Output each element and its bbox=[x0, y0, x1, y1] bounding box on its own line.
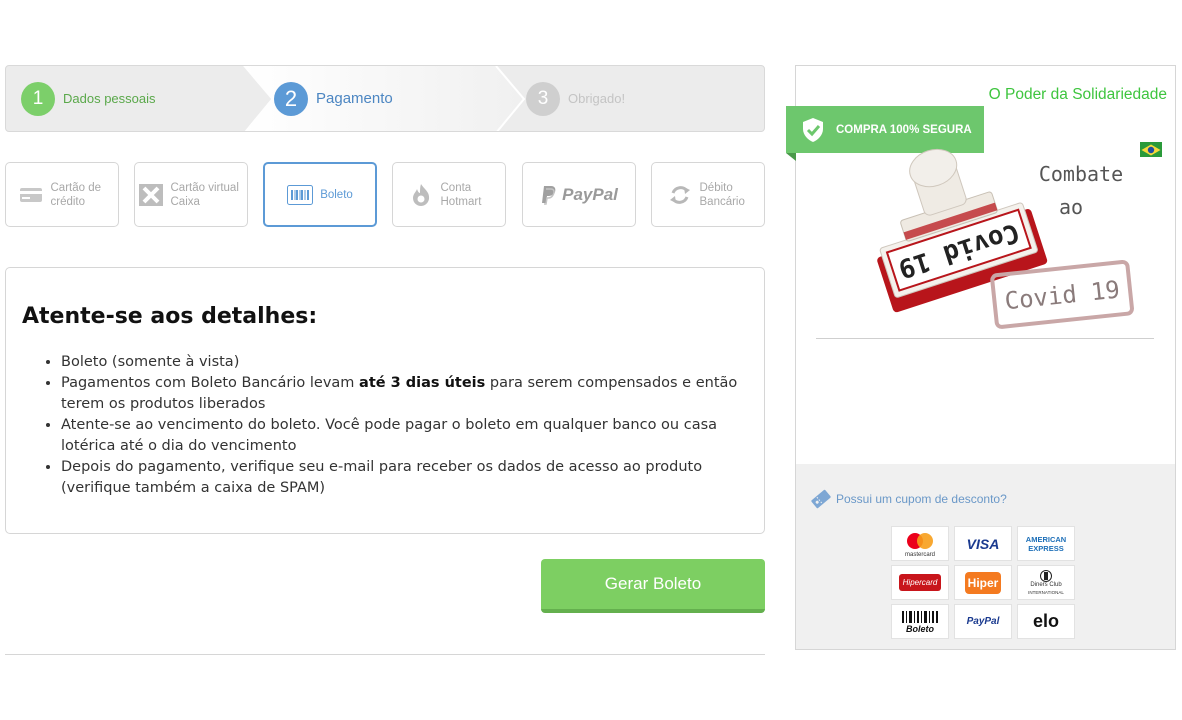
list-item: Pagamentos com Boleto Bancário levam até… bbox=[61, 373, 741, 415]
boleto-logo: Boleto bbox=[891, 604, 949, 639]
payment-methods: Cartão de crédito Cartão virtual Caixa B… bbox=[5, 162, 765, 228]
hiper-logo: Hiper bbox=[954, 565, 1012, 600]
sidebar-panel: O Poder da Solidariedade COMPRA 100% SEG… bbox=[786, 65, 1176, 650]
banner-line2: ao bbox=[1059, 195, 1083, 219]
list-item-text: Boleto (somente à vista) bbox=[61, 354, 240, 370]
method-caixa-button[interactable]: Cartão virtual Caixa bbox=[134, 162, 248, 227]
list-item: Boleto (somente à vista) bbox=[61, 352, 741, 373]
banner-line3: Covid 19 bbox=[1003, 275, 1121, 315]
details-list: Boleto (somente à vista) Pagamentos com … bbox=[61, 352, 741, 499]
method-boleto-button[interactable]: Boleto bbox=[263, 162, 377, 227]
method-hotmart-button[interactable]: Conta Hotmart bbox=[392, 162, 506, 227]
hiper-text: Hiper bbox=[964, 571, 1002, 594]
boleto-details-panel: Atente-se aos detalhes: Boleto (somente … bbox=[5, 267, 765, 534]
method-paypal-button[interactable]: PayPal bbox=[522, 162, 636, 227]
diners-logo: Diners Club INTERNATIONAL bbox=[1017, 565, 1075, 600]
caixa-icon bbox=[138, 183, 164, 206]
method-label: PayPal bbox=[562, 184, 618, 204]
generate-boleto-button[interactable]: Gerar Boleto bbox=[541, 559, 765, 613]
checkout-stepper: 1 Dados pessoais 2 Pagamento 3 Obrigado! bbox=[5, 65, 765, 132]
step-obrigado: 3 Obrigado! bbox=[526, 66, 625, 131]
method-label: Cartão de crédito bbox=[50, 181, 102, 208]
list-item-text: Pagamentos com Boleto Bancário levam bbox=[61, 375, 360, 391]
sidebar-footer: Possui um cupom de desconto? mastercard … bbox=[796, 464, 1175, 649]
list-item-text: Atente-se ao vencimento do boleto. Você … bbox=[61, 417, 718, 454]
diners-line2: INTERNATIONAL bbox=[1028, 589, 1064, 595]
secure-badge-text: COMPRA 100% SEGURA bbox=[836, 123, 972, 136]
step-number: 3 bbox=[526, 81, 560, 116]
paypal-icon bbox=[540, 184, 558, 206]
mastercard-logo: mastercard bbox=[891, 526, 949, 561]
ticket-icon bbox=[811, 489, 831, 509]
diners-line1: Diners Club bbox=[1030, 581, 1062, 588]
list-item-bold: até 3 dias úteis bbox=[359, 375, 486, 391]
list-item: Depois do pagamento, verifique seu e-mai… bbox=[61, 457, 741, 499]
badge-fold bbox=[786, 153, 796, 161]
step-label: Dados pessoais bbox=[63, 91, 156, 106]
boleto-card-text: Boleto bbox=[906, 623, 934, 634]
step-number: 2 bbox=[274, 81, 308, 116]
credit-card-icon bbox=[18, 184, 44, 206]
list-item: Atente-se ao vencimento do boleto. Você … bbox=[61, 415, 741, 457]
method-credit-card-button[interactable]: Cartão de crédito bbox=[5, 162, 119, 227]
sync-icon bbox=[667, 184, 693, 206]
paypal-logo: PayPal bbox=[954, 604, 1012, 639]
divider bbox=[5, 654, 765, 655]
method-debito-button[interactable]: Débito Bancário bbox=[651, 162, 765, 227]
coupon-text: Possui um cupom de desconto? bbox=[836, 492, 1007, 506]
step-label: Pagamento bbox=[316, 90, 393, 107]
divider bbox=[816, 338, 1154, 339]
coupon-link[interactable]: Possui um cupom de desconto? bbox=[810, 489, 1007, 509]
method-label: Boleto bbox=[320, 188, 353, 201]
shield-check-icon bbox=[803, 117, 823, 142]
hipercard-text: Hipercard bbox=[898, 574, 942, 591]
step-number: 1 bbox=[21, 81, 55, 116]
flame-icon bbox=[408, 183, 434, 206]
method-label: Débito Bancário bbox=[699, 181, 745, 208]
step-label: Obrigado! bbox=[568, 91, 626, 106]
amex-logo: AMERICAN EXPRESS bbox=[1017, 526, 1075, 561]
step-pagamento[interactable]: 2 Pagamento bbox=[274, 66, 393, 131]
covid-banner-image: Covid 19 Combate ao Covid 19 bbox=[877, 148, 1134, 329]
sidebar-title: O Poder da Solidariedade bbox=[988, 86, 1167, 103]
method-label: Conta Hotmart bbox=[440, 181, 482, 208]
method-label: Cartão virtual Caixa bbox=[170, 181, 239, 208]
elo-logo: elo bbox=[1017, 604, 1075, 639]
visa-logo: VISA bbox=[954, 526, 1012, 561]
details-title: Atente-se aos detalhes: bbox=[22, 304, 318, 329]
barcode-icon bbox=[287, 184, 314, 206]
amex-line2: EXPRESS bbox=[1028, 543, 1064, 553]
amex-line1: AMERICAN bbox=[1025, 534, 1067, 544]
step-dados-pessoais[interactable]: 1 Dados pessoais bbox=[21, 66, 156, 131]
hipercard-logo: Hipercard bbox=[891, 565, 949, 600]
svg-text:mastercard: mastercard bbox=[905, 552, 935, 558]
secure-purchase-badge: COMPRA 100% SEGURA bbox=[786, 106, 984, 153]
list-item-text: Depois do pagamento, verifique seu e-mai… bbox=[61, 459, 703, 496]
banner-line1: Combate bbox=[1039, 162, 1123, 186]
